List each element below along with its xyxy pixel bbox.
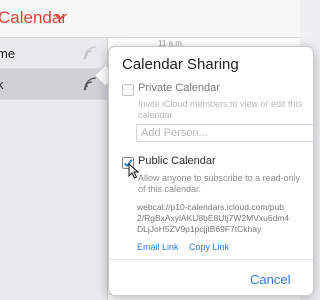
cancel-button[interactable]: Cancel: [250, 272, 290, 287]
sidebar-item-calendar-1[interactable]: me: [0, 38, 107, 68]
pointer-cursor-icon: [128, 163, 140, 179]
chevron-down-icon[interactable]: [54, 13, 66, 21]
public-url-line[interactable]: DLjJoH5ZV9p1pcjjtB69F7tCkhay: [137, 224, 261, 235]
sidebar-divider: [0, 99, 107, 100]
share-icon[interactable]: [82, 46, 100, 60]
add-person-input[interactable]: [136, 124, 314, 142]
public-url-line[interactable]: 2/RgBxAxylAKU8bE8Utj7W2MVxu6dm4: [137, 213, 289, 224]
private-calendar-checkbox[interactable]: [122, 84, 134, 96]
private-calendar-description: Invite iCloud members to view or edit th…: [138, 99, 303, 109]
public-calendar-description: of this calendar.: [138, 184, 202, 194]
popover-divider: [109, 259, 313, 260]
sidebar-item-label: me: [0, 46, 16, 61]
sidebar-item-label: k: [0, 77, 4, 92]
toolbar: Calendar: [0, 0, 300, 38]
email-link-button[interactable]: Email Link: [137, 242, 179, 252]
sidebar-item-calendar-2[interactable]: k: [0, 69, 107, 99]
popover-title: Calendar Sharing: [122, 56, 239, 73]
public-calendar-label: Public Calendar: [138, 155, 216, 167]
public-calendar-description: Allow anyone to subscribe to a read-only: [138, 173, 301, 183]
copy-link-button[interactable]: Copy Link: [189, 242, 229, 252]
calendar-sidebar: me k: [0, 38, 108, 300]
public-url-line[interactable]: webcal://p10-calendars.icloud.com/pub: [137, 202, 284, 213]
private-calendar-description: calendar.: [138, 110, 175, 120]
private-calendar-label: Private Calendar: [138, 82, 220, 94]
